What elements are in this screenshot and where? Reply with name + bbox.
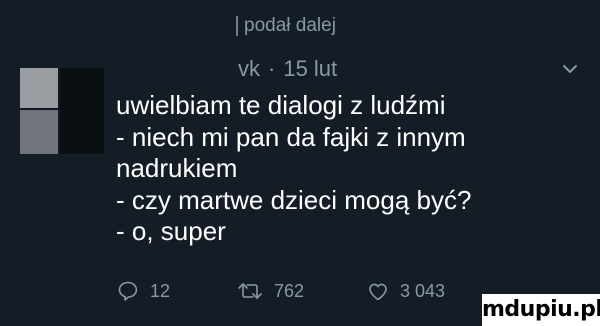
reply-count: 12 xyxy=(150,280,171,301)
tweet-time[interactable]: 15 lut xyxy=(283,56,337,82)
reply-button[interactable]: 12 xyxy=(116,274,170,308)
tweet-line: uwielbiam te dialogi z ludźmi xyxy=(116,90,446,120)
tweet-line: - niech mi pan da fajki z innym xyxy=(116,121,466,152)
retweet-marker xyxy=(236,16,238,36)
author-handle[interactable]: vk xyxy=(238,56,260,82)
tweet-header: vk · 15 lut xyxy=(238,54,337,84)
avatar[interactable] xyxy=(20,68,104,154)
retweet-icon xyxy=(236,279,264,303)
tweet-line: - czy martwe dzieci mogą być? xyxy=(116,184,472,215)
heart-icon xyxy=(366,279,390,303)
avatar-part xyxy=(20,68,58,108)
like-count: 3 043 xyxy=(400,280,446,301)
retweet-button[interactable]: 762 xyxy=(236,274,304,308)
tweet-line: - o, super xyxy=(116,216,226,246)
like-button[interactable]: 3 043 xyxy=(366,274,445,308)
retweet-count: 762 xyxy=(274,280,305,301)
avatar-part xyxy=(60,68,104,154)
retweet-indicator: podał dalej xyxy=(236,13,336,39)
header-separator: · xyxy=(268,56,276,81)
tweet-text: uwielbiam te dialogi z ludźmi - niech mi… xyxy=(116,90,576,248)
watermark: mdupiu.pl xyxy=(482,294,600,326)
tweet-line: nadrukiem xyxy=(116,153,238,183)
reply-icon xyxy=(116,279,140,303)
chevron-down-icon[interactable] xyxy=(562,62,578,76)
retweeted-by-label: podał dalej xyxy=(244,15,336,36)
avatar-part xyxy=(20,110,58,154)
